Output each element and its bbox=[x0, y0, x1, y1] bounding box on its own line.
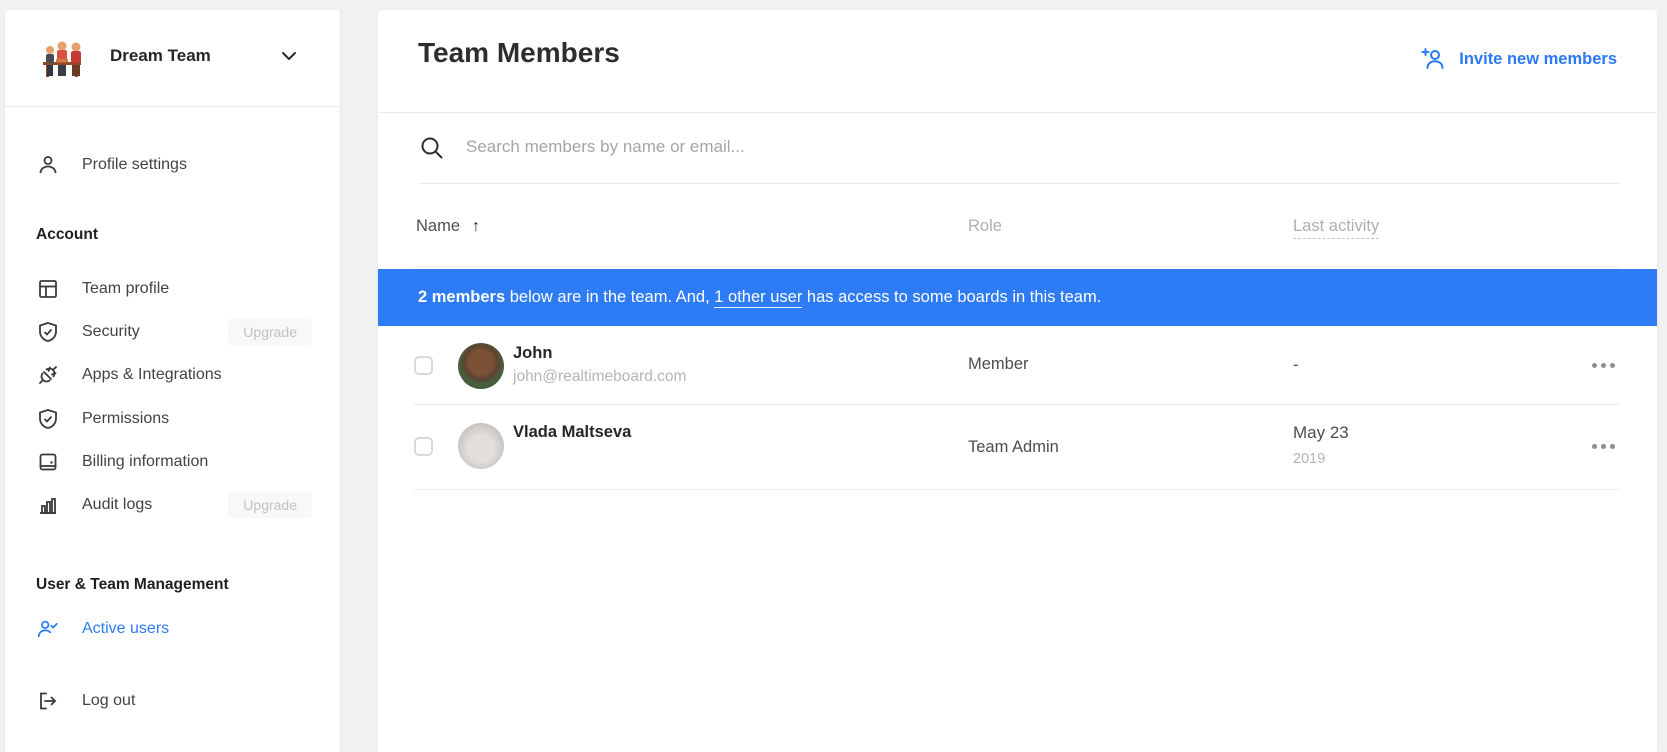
member-role: Member bbox=[968, 355, 1029, 373]
bar-chart-icon bbox=[36, 493, 60, 517]
column-header-last-activity[interactable]: Last activity bbox=[1293, 217, 1380, 239]
member-name: John bbox=[513, 344, 553, 362]
banner-other-user-link[interactable]: 1 other user bbox=[714, 288, 803, 308]
divider bbox=[378, 112, 1657, 113]
row-checkbox[interactable] bbox=[414, 437, 433, 456]
sidebar-item-permissions[interactable]: Permissions bbox=[36, 404, 312, 434]
team-switcher[interactable]: Dream Team bbox=[5, 10, 340, 107]
divider bbox=[414, 404, 1620, 405]
banner-text: has access to some boards in this team. bbox=[802, 288, 1102, 306]
search-members-input[interactable] bbox=[466, 132, 1366, 162]
member-last-activity-year: 2019 bbox=[1293, 451, 1326, 467]
banner-text: below are in the team. And, bbox=[505, 288, 715, 306]
search-icon bbox=[419, 135, 445, 161]
banner-member-count: 2 members bbox=[418, 288, 506, 306]
upgrade-badge[interactable]: Upgrade bbox=[228, 319, 312, 345]
column-header-name[interactable]: Name ↑ bbox=[416, 217, 480, 236]
sidebar-item-label: Billing information bbox=[82, 453, 209, 470]
member-role: Team Admin bbox=[968, 438, 1059, 456]
row-menu-button[interactable] bbox=[1592, 363, 1616, 368]
invite-new-members-label: Invite new members bbox=[1459, 49, 1617, 68]
sidebar-item-label: Permissions bbox=[82, 410, 170, 427]
sidebar-section-account: Account bbox=[36, 226, 98, 243]
member-email: john@realtimeboard.com bbox=[513, 368, 687, 385]
divider bbox=[414, 266, 1620, 267]
upgrade-badge[interactable]: Upgrade bbox=[228, 492, 312, 518]
page-title: Team Members bbox=[418, 37, 620, 68]
team-illustration-icon bbox=[37, 32, 87, 82]
sidebar-item-label: Profile settings bbox=[82, 156, 187, 173]
shield-check-icon bbox=[36, 320, 60, 344]
person-check-icon bbox=[36, 617, 60, 641]
billing-card-icon bbox=[36, 450, 60, 474]
layout-icon bbox=[36, 277, 60, 301]
invite-new-members-button[interactable]: Invite new members bbox=[1420, 46, 1617, 72]
member-name: Vlada Maltseva bbox=[513, 423, 632, 441]
sidebar-item-log-out[interactable]: Log out bbox=[36, 686, 312, 716]
person-icon bbox=[36, 153, 60, 177]
team-name: Dream Team bbox=[110, 46, 211, 65]
sidebar-item-profile-settings[interactable]: Profile settings bbox=[36, 150, 312, 180]
sidebar-item-billing[interactable]: Billing information bbox=[36, 447, 312, 477]
team-members-panel: Team Members Invite new members Name ↑ Ro… bbox=[378, 10, 1657, 752]
column-header-name-label: Name bbox=[416, 217, 461, 235]
member-avatar bbox=[458, 343, 504, 389]
member-avatar bbox=[458, 423, 504, 469]
sort-ascending-icon: ↑ bbox=[472, 218, 481, 235]
plug-icon bbox=[36, 363, 60, 387]
chevron-down-icon bbox=[281, 51, 297, 61]
divider bbox=[414, 489, 1620, 490]
divider bbox=[418, 183, 1620, 184]
sidebar-item-label: Audit logs bbox=[82, 496, 153, 513]
sidebar-item-team-profile[interactable]: Team profile bbox=[36, 274, 312, 304]
add-person-icon bbox=[1420, 46, 1448, 72]
column-header-role[interactable]: Role bbox=[968, 217, 1002, 236]
sidebar-section-user-team-management: User & Team Management bbox=[36, 576, 229, 593]
member-last-activity: - bbox=[1293, 355, 1299, 374]
sidebar-item-label: Team profile bbox=[82, 280, 170, 297]
members-info-banner: 2 members below are in the team. And, 1 … bbox=[378, 269, 1657, 326]
sidebar-item-label: Active users bbox=[82, 620, 170, 637]
sidebar-item-active-users[interactable]: Active users bbox=[36, 614, 312, 644]
sidebar-item-label: Security bbox=[82, 323, 140, 340]
log-out-icon bbox=[36, 689, 60, 713]
settings-sidebar: Dream Team Profile settings Account Team… bbox=[5, 10, 340, 752]
sidebar-item-audit-logs[interactable]: Audit logs Upgrade bbox=[36, 490, 312, 520]
sidebar-item-security[interactable]: Security Upgrade bbox=[36, 317, 312, 347]
sidebar-item-apps-integrations[interactable]: Apps & Integrations bbox=[36, 360, 312, 390]
member-last-activity: May 23 bbox=[1293, 423, 1349, 442]
shield-check-icon bbox=[36, 407, 60, 431]
row-checkbox[interactable] bbox=[414, 356, 433, 375]
sidebar-item-label: Log out bbox=[82, 692, 136, 709]
row-menu-button[interactable] bbox=[1592, 444, 1616, 449]
sidebar-item-label: Apps & Integrations bbox=[82, 366, 222, 383]
